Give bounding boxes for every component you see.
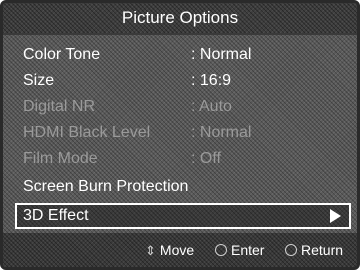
menu-item-value: : Off: [191, 150, 221, 167]
return-hint: Return: [285, 233, 343, 267]
menu-item-film-mode: Film Mode : Off: [15, 147, 351, 171]
return-label: Return: [301, 242, 344, 258]
menu-item-label: Film Mode: [23, 150, 98, 167]
enter-hint: Enter: [215, 233, 264, 267]
menu-item-digital-nr: Digital NR : Auto: [15, 95, 351, 119]
menu-footer: ⇕ Move Enter Return: [3, 233, 357, 267]
menu-item-3d-effect[interactable]: 3D Effect: [15, 203, 351, 229]
move-hint: ⇕ Move: [145, 233, 194, 267]
menu-item-label: HDMI Black Level: [23, 124, 151, 141]
menu-item-label: Size: [23, 72, 55, 89]
menu-item-value: : 16:9: [191, 72, 232, 89]
menu-item-value: : Auto: [191, 98, 232, 115]
return-circle-icon: [285, 244, 297, 257]
menu-item-size[interactable]: Size : 16:9: [15, 69, 351, 93]
menu-title-bar: Picture Options: [3, 3, 357, 35]
menu-item-screen-burn-protection[interactable]: Screen Burn Protection: [15, 175, 351, 199]
menu-item-value: : Normal: [191, 46, 252, 63]
picture-options-menu: Picture Options Color Tone : Normal Size…: [0, 0, 360, 270]
menu-item-label: Digital NR: [23, 98, 96, 115]
enter-label: Enter: [231, 242, 265, 258]
menu-item-label: Color Tone: [23, 46, 101, 63]
menu-item-hdmi-black-level: HDMI Black Level : Normal: [15, 121, 351, 145]
menu-item-value: : Normal: [191, 124, 252, 141]
enter-circle-icon: [215, 244, 227, 257]
arrow-right-icon: [330, 209, 341, 223]
move-label: Move: [159, 242, 195, 258]
menu-item-color-tone[interactable]: Color Tone : Normal: [15, 43, 351, 67]
up-down-arrows-icon: ⇕: [145, 243, 156, 259]
menu-item-label: Screen Burn Protection: [23, 178, 189, 195]
menu-title: Picture Options: [121, 8, 239, 27]
menu-item-label: 3D Effect: [23, 207, 89, 224]
